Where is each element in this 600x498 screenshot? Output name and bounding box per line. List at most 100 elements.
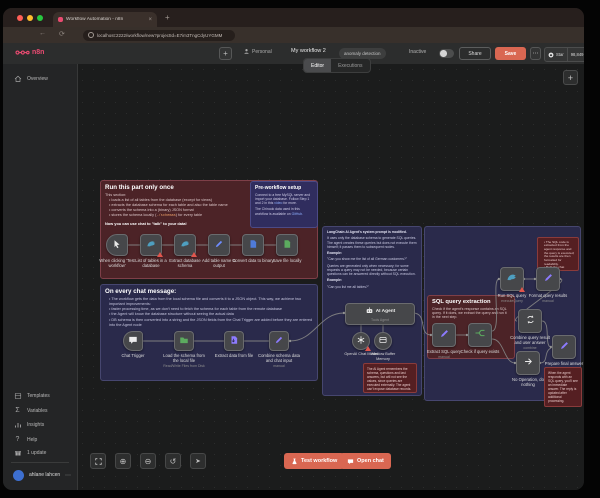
node-window-buffer-memory[interactable]: Window Buffer Memory	[365, 332, 401, 361]
view-tabs: Editor Executions	[303, 58, 371, 73]
close-window-button[interactable]	[17, 15, 23, 21]
tab-title: Workflow Automation - n8n	[66, 17, 145, 22]
n8n-favicon-icon	[58, 17, 63, 22]
test-workflow-button[interactable]: Test workflow	[284, 453, 344, 469]
chat-bubble-icon	[128, 332, 138, 350]
browser-tab[interactable]: Workflow Automation - n8n ×	[53, 12, 157, 27]
sidebar-item-overview[interactable]: Overview	[3, 72, 77, 85]
sidebar: Overview Templates Σ Variables Insights …	[3, 64, 78, 490]
node-ai-agent[interactable]: AI Agent Tools Agent	[345, 303, 415, 325]
reset-zoom-button[interactable]: ↺	[165, 453, 181, 469]
breadcrumb-project[interactable]: Personal	[243, 48, 272, 55]
active-toggle[interactable]	[439, 49, 454, 58]
reload-icon[interactable]: ⟳	[59, 30, 65, 38]
house-icon	[13, 75, 22, 83]
user-menu-dots-icon[interactable]: ⋯	[65, 472, 71, 479]
sidebar-divider	[11, 462, 69, 463]
sidebar-item-updates[interactable]: 1 update	[3, 446, 77, 459]
pencil-icon	[274, 332, 284, 350]
add-node-button[interactable]: +	[563, 70, 578, 85]
site-info-icon[interactable]	[88, 32, 94, 38]
pointer-mode-button[interactable]: ➤	[190, 453, 206, 469]
n8n-logo-icon	[15, 48, 30, 57]
avatar	[13, 470, 24, 481]
sidebar-item-templates[interactable]: Templates	[3, 389, 77, 402]
menu-dots-button[interactable]: ⋯	[530, 47, 541, 60]
share-button[interactable]: Share	[459, 47, 491, 60]
fit-view-icon	[94, 457, 103, 466]
github-icon	[548, 52, 554, 58]
node-prepare-final-answer[interactable]: Prepare final answer	[542, 335, 584, 366]
cursor-icon	[112, 236, 122, 254]
warning-icon	[519, 287, 525, 292]
node-chat-trigger[interactable]: Chat Trigger	[111, 331, 155, 358]
github-star-widget[interactable]: Star 98,849	[544, 47, 584, 62]
flask-icon	[291, 458, 298, 465]
back-icon[interactable]: ←	[39, 30, 46, 37]
templates-icon	[13, 392, 22, 400]
sidebar-item-insights[interactable]: Insights	[3, 418, 77, 431]
n8n-logo[interactable]: n8n	[15, 48, 44, 57]
close-tab-icon[interactable]: ×	[148, 17, 152, 23]
sidebar-item-variables[interactable]: Σ Variables	[3, 404, 77, 417]
merge-icon	[525, 312, 536, 330]
zoom-to-fit-button[interactable]	[90, 453, 106, 469]
folder-icon	[179, 332, 189, 350]
file-extract-icon	[229, 332, 239, 350]
browser-tabbar: Workflow Automation - n8n × +	[3, 8, 584, 27]
url-text: localhost:2222/workflow/new?projectId=E7…	[97, 33, 222, 38]
question-icon: ?	[13, 436, 22, 443]
if-branch-icon	[474, 326, 486, 344]
node-extract-from-file[interactable]: Extract data from file	[212, 331, 256, 358]
pencil-icon	[439, 326, 450, 344]
zoom-in-button[interactable]: ⊕	[115, 453, 131, 469]
save-button[interactable]: Save	[495, 47, 526, 60]
note-sql-explainer[interactable]: The SQL code is extracted from the agent…	[537, 237, 579, 271]
maximize-window-button[interactable]	[37, 15, 43, 21]
node-check-if-query-exists[interactable]: Check if query exists	[458, 323, 502, 354]
mysql-icon	[146, 236, 157, 254]
chart-bars-icon	[13, 421, 22, 429]
tab-editor[interactable]: Editor	[304, 59, 331, 72]
node-format-query-results[interactable]: Format query results manual	[526, 267, 570, 303]
variables-icon: Σ	[13, 407, 22, 414]
zoom-out-button[interactable]: ⊖	[140, 453, 156, 469]
browser-window: Workflow Automation - n8n × + ← ⟳ localh…	[3, 8, 584, 490]
browser-urlbar: ← ⟳ localhost:2222/workflow/new?projectI…	[3, 27, 584, 43]
user-name: ahlane lahcen	[29, 472, 60, 478]
github-star-segment[interactable]: Star	[545, 48, 567, 61]
node-save-file-locally[interactable]: Save file locally	[265, 234, 309, 263]
screen: Workflow Automation - n8n × + ← ⟳ localh…	[0, 0, 600, 498]
sidebar-item-help[interactable]: ? Help	[3, 433, 77, 446]
workflow-name[interactable]: My workflow 2	[291, 48, 326, 54]
gift-icon	[13, 449, 22, 457]
toggle-knob	[440, 50, 447, 57]
pencil-icon	[214, 236, 224, 254]
note-agent-memory[interactable]: The AI Agent remembers the schema, quest…	[363, 363, 417, 393]
node-combine-schema-chat[interactable]: Combine schema data and chat input manua…	[257, 331, 301, 368]
tab-executions[interactable]: Executions	[331, 59, 369, 72]
mysql-icon	[506, 270, 518, 288]
chat-icon	[347, 458, 354, 465]
robot-icon	[365, 306, 374, 317]
workflow-tag[interactable]: anomaly detection	[339, 48, 386, 59]
app-header: n8n + Personal My workflow 2 anomaly det…	[3, 43, 584, 65]
memory-icon	[378, 332, 388, 350]
address-bar[interactable]: localhost:2222/workflow/new?projectId=E7…	[83, 30, 235, 41]
pencil-icon	[559, 338, 570, 356]
file-binary-icon	[248, 236, 258, 254]
user-menu[interactable]: ahlane lahcen ⋯	[3, 467, 77, 483]
star-label: Star	[556, 52, 564, 57]
star-count: 98,849	[567, 48, 584, 61]
add-button[interactable]: +	[219, 47, 232, 60]
minimize-window-button[interactable]	[27, 15, 33, 21]
arrow-right-icon	[523, 354, 534, 372]
person-icon	[243, 48, 250, 55]
pencil-icon	[543, 270, 554, 288]
node-load-schema[interactable]: Load the schema from the local file Read…	[162, 331, 206, 368]
status-label: Inactive	[409, 49, 426, 55]
mysql-icon	[180, 236, 191, 254]
workflow-canvas[interactable]: Run this part only once This section: lo…	[77, 64, 584, 490]
open-chat-button[interactable]: Open chat	[340, 453, 391, 469]
new-tab-button[interactable]: +	[165, 13, 170, 22]
